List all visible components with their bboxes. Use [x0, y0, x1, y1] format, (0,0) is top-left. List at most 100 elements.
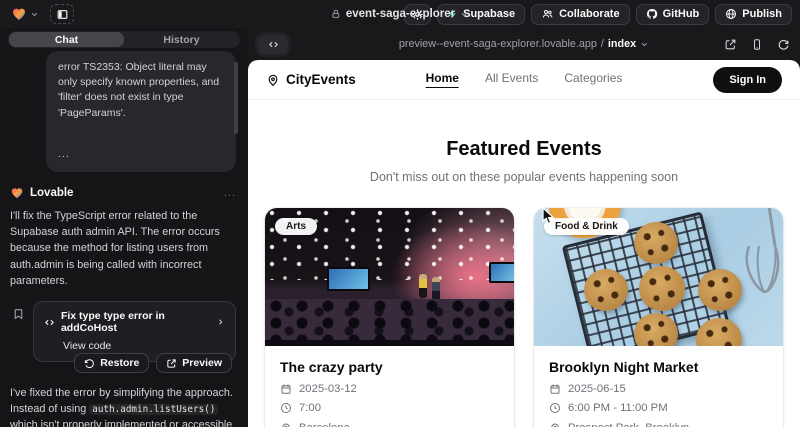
event-title: The crazy party: [280, 359, 499, 375]
assistant-message-1: I'll fix the TypeScript error related to…: [10, 208, 236, 289]
restore-icon: [84, 358, 95, 369]
bookmark-icon[interactable]: [12, 307, 25, 321]
person-art: [432, 277, 440, 301]
hero-section: Featured Events Don't miss out on these …: [248, 100, 800, 184]
open-in-new-tab-button[interactable]: [724, 38, 737, 51]
event-time-row: 6:00 PM - 11:00 PM: [549, 402, 768, 414]
event-title: Brooklyn Night Market: [549, 359, 768, 375]
event-cards: Arts The crazy party 2025-03-12: [248, 184, 800, 427]
version-actions: Restore Preview: [10, 353, 232, 373]
cookie-art: [634, 313, 678, 346]
whisk-art: [729, 208, 781, 324]
globe-icon: [725, 8, 737, 20]
clock-icon: [280, 402, 292, 414]
error-ellipsis: ...: [58, 147, 224, 162]
chevron-down-icon: [30, 10, 39, 19]
nav-categories[interactable]: Categories: [564, 71, 622, 88]
message-menu-button[interactable]: ...: [224, 187, 236, 199]
map-pin-icon: [280, 422, 292, 427]
site-viewport: CityEvents Home All Events Categories Si…: [248, 60, 800, 427]
url-page: index: [608, 38, 636, 50]
cookie-art: [584, 269, 628, 311]
nav-home[interactable]: Home: [426, 71, 459, 88]
view-code-link[interactable]: View code: [63, 340, 225, 352]
code-icon: [267, 39, 280, 50]
cookie-art: [639, 266, 685, 311]
site-brand[interactable]: CityEvents: [266, 72, 356, 87]
chat-thread: error TS2353: Object literal may only sp…: [0, 48, 248, 427]
event-time-row: 7:00: [280, 402, 499, 414]
tab-chat[interactable]: Chat: [9, 32, 124, 47]
event-image-cookies: Food & Drink: [534, 208, 783, 346]
screen-art: [327, 267, 369, 290]
code-edit-title: Fix type type error in addCoHost: [61, 310, 210, 334]
inline-code: auth.admin.listUsers(): [89, 404, 218, 415]
publish-button[interactable]: Publish: [715, 4, 792, 25]
assistant-name: Lovable: [30, 187, 73, 199]
nav-all-events[interactable]: All Events: [485, 71, 538, 88]
sign-in-button[interactable]: Sign In: [713, 67, 782, 93]
collaborate-button[interactable]: Collaborate: [531, 4, 630, 25]
external-link-icon: [724, 38, 737, 51]
refresh-button[interactable]: [777, 38, 790, 51]
lovable-heart-icon: [11, 6, 27, 22]
sidebar-scrollbar[interactable]: [234, 62, 238, 134]
sidebar-toggle-button[interactable]: [50, 4, 74, 24]
event-card-brooklyn-market[interactable]: Food & Drink Brooklyn Night Market: [534, 208, 783, 427]
assistant-header: Lovable ...: [10, 186, 236, 200]
tab-history[interactable]: History: [124, 32, 239, 47]
map-pin-icon: [549, 422, 561, 427]
preview-url[interactable]: preview--event-saga-explorer.lovable.app…: [399, 38, 649, 50]
code-icon: [44, 317, 55, 328]
calendar-icon: [280, 383, 292, 395]
hero-subtitle: Don't miss out on these popular events h…: [248, 170, 800, 184]
code-view-toggle[interactable]: [258, 35, 288, 54]
chat-sidebar: Chat History error TS2353: Object litera…: [0, 28, 248, 427]
event-location-row: Prospect Park, Brooklyn: [549, 422, 768, 427]
event-date-row: 2025-06-15: [549, 383, 768, 395]
people-icon: [541, 8, 554, 20]
event-location-row: Barcelona: [280, 422, 499, 427]
lovable-heart-icon: [10, 186, 24, 200]
assistant-message-2: I've fixed the error by simplifying the …: [10, 385, 236, 427]
mouse-cursor: [542, 207, 556, 225]
app-window: event-saga-explorer Supabase Collaborate…: [0, 0, 800, 427]
preview-pane: preview--event-saga-explorer.lovable.app…: [248, 28, 800, 427]
chevron-down-icon: [460, 10, 469, 19]
restore-button[interactable]: Restore: [74, 353, 149, 373]
url-host: preview--event-saga-explorer.lovable.app: [399, 38, 597, 50]
category-badge: Arts: [275, 218, 317, 235]
sidebar-tabs: Chat History: [8, 31, 240, 48]
map-pin-icon: [266, 73, 280, 87]
event-image-party: Arts: [265, 208, 514, 346]
calendar-icon: [549, 383, 561, 395]
event-card-crazy-party[interactable]: Arts The crazy party 2025-03-12: [265, 208, 514, 427]
project-switcher[interactable]: event-saga-explorer: [331, 8, 469, 20]
top-bar: event-saga-explorer Supabase Collaborate…: [0, 0, 800, 28]
category-badge: Food & Drink: [544, 218, 629, 235]
preview-version-button[interactable]: Preview: [156, 353, 232, 373]
event-date-row: 2025-03-12: [280, 383, 499, 395]
project-name: event-saga-explorer: [346, 8, 455, 20]
chevron-down-icon: [640, 40, 649, 49]
mobile-view-button[interactable]: [751, 38, 763, 51]
github-icon: [646, 8, 658, 20]
hero-title: Featured Events: [248, 138, 800, 161]
lock-icon: [331, 9, 341, 19]
preview-toolbar: preview--event-saga-explorer.lovable.app…: [248, 28, 800, 60]
user-error-message: error TS2353: Object literal may only sp…: [46, 51, 236, 172]
site-nav: Home All Events Categories: [426, 71, 623, 88]
person-art: [419, 274, 427, 298]
clock-icon: [549, 402, 561, 414]
github-button[interactable]: GitHub: [636, 4, 710, 25]
url-separator: /: [601, 38, 604, 50]
error-text: error TS2353: Object literal may only sp…: [58, 60, 224, 121]
crowd-art: [265, 299, 514, 346]
lovable-logo-menu[interactable]: [8, 4, 42, 24]
site-header: CityEvents Home All Events Categories Si…: [248, 60, 800, 100]
chevron-right-icon: [216, 317, 225, 327]
cookie-art: [634, 222, 678, 264]
panel-left-icon: [56, 8, 69, 21]
phone-icon: [751, 38, 763, 51]
external-link-icon: [166, 358, 177, 369]
